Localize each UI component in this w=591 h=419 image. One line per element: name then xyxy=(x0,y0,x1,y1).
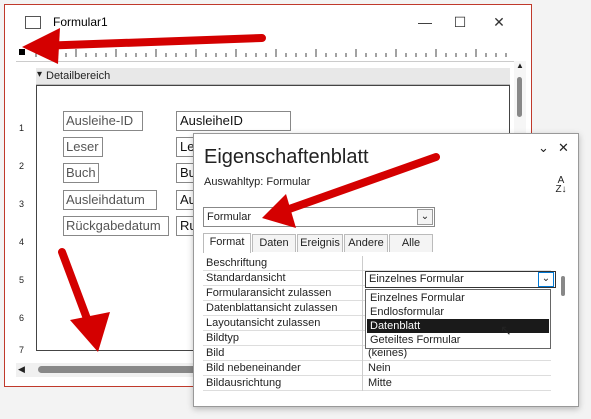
tab-daten[interactable]: Daten xyxy=(252,234,296,252)
form-icon xyxy=(25,16,41,29)
property-scrollbar[interactable] xyxy=(560,274,568,404)
label-ausleihdatum[interactable]: Ausleihdatum xyxy=(63,190,157,210)
object-selector-value: Formular xyxy=(207,211,252,223)
scroll-left-icon[interactable]: ◀ xyxy=(18,364,25,375)
property-sheet-title: Eigenschaftenblatt xyxy=(204,146,369,168)
label-leser[interactable]: Leser xyxy=(63,137,103,157)
dropdown-option[interactable]: Datenblatt xyxy=(367,319,549,333)
property-name: Bild nebeneinander xyxy=(203,361,363,376)
vertical-scroll-thumb[interactable] xyxy=(517,77,522,117)
maximize-button[interactable]: ☐ xyxy=(445,11,475,33)
property-name: Formularansicht zulassen xyxy=(203,286,363,301)
chevron-down-icon[interactable]: ⌄ xyxy=(417,209,433,225)
ruler-number: 3 xyxy=(19,199,25,209)
ruler-number: 5 xyxy=(19,275,25,285)
property-name: Beschriftung xyxy=(203,256,363,271)
chevron-down-icon[interactable]: ⌄ xyxy=(538,272,554,287)
scroll-up-icon[interactable]: ▲ xyxy=(516,61,524,70)
dropdown-option[interactable]: Geteiltes Formular xyxy=(367,333,549,347)
property-scroll-thumb[interactable] xyxy=(561,276,565,296)
property-name: Bildausrichtung xyxy=(203,376,363,391)
close-icon[interactable]: ✕ xyxy=(558,140,569,156)
property-name: Bildtyp xyxy=(203,331,363,346)
property-value[interactable]: Mitte xyxy=(365,376,554,391)
selection-type-label: Auswahltyp: Formular xyxy=(204,176,311,188)
ruler-number: 2 xyxy=(19,161,25,171)
ruler-number: 1 xyxy=(19,123,25,133)
section-label: Detailbereich xyxy=(46,70,111,82)
close-button[interactable]: ✕ xyxy=(484,11,514,33)
mouse-pointer-icon: ↖ xyxy=(500,322,512,338)
property-name: Standardansicht xyxy=(203,271,363,286)
tab-ereignis[interactable]: Ereignis xyxy=(297,234,343,252)
dropdown-option[interactable]: Einzelnes Formular xyxy=(367,291,549,305)
property-name: Layoutansicht zulassen xyxy=(203,316,363,331)
property-value[interactable] xyxy=(365,256,554,271)
label-rueckgabedatum[interactable]: Rückgabedatum xyxy=(63,216,169,236)
property-value[interactable]: Nein xyxy=(365,361,554,376)
dropdown-option[interactable]: Endlosformular xyxy=(367,305,549,319)
standardansicht-dropdown-list: Einzelnes Formular Endlosformular Datenbla… xyxy=(365,289,551,349)
property-name: Datenblattansicht zulassen xyxy=(203,301,363,316)
property-row[interactable]: Bildausrichtung Mitte xyxy=(203,376,551,391)
property-row[interactable]: Standardansicht Einzelnes Formular ⌄ xyxy=(203,271,556,288)
sort-icon[interactable]: A Z↓ xyxy=(552,176,570,198)
section-header[interactable]: ▾ Detailbereich xyxy=(36,68,510,85)
field-ausleihe-id[interactable]: AusleiheID xyxy=(176,111,291,131)
section-arrow-icon: ▾ xyxy=(37,69,43,80)
form-selector[interactable] xyxy=(19,49,25,55)
property-name: Bild xyxy=(203,346,363,361)
collapse-icon[interactable]: ⌄ xyxy=(538,140,549,156)
ruler-number: 4 xyxy=(19,237,25,247)
property-row[interactable]: Bild nebeneinander Nein xyxy=(203,361,551,376)
tab-andere[interactable]: Andere xyxy=(344,234,388,252)
property-sheet: Eigenschaftenblatt ⌄ ✕ Auswahltyp: Formu… xyxy=(193,133,579,407)
tab-format[interactable]: Format xyxy=(203,233,251,253)
ruler-number: 7 xyxy=(19,345,25,355)
horizontal-scroll-thumb[interactable] xyxy=(38,366,198,373)
label-ausleihe-id[interactable]: Ausleihe-ID xyxy=(63,111,143,131)
sort-icon-label: A Z xyxy=(555,175,565,195)
vertical-ruler: 1 2 3 4 5 6 7 xyxy=(16,89,32,359)
form-titlebar: Formular1 — ☐ ✕ xyxy=(5,5,531,38)
ruler-number: 6 xyxy=(19,313,25,323)
tab-alle[interactable]: Alle xyxy=(389,234,433,252)
minimize-button[interactable]: — xyxy=(410,11,440,33)
object-selector[interactable]: Formular ⌄ xyxy=(203,207,435,227)
label-buch[interactable]: Buch xyxy=(63,163,99,183)
form-title: Formular1 xyxy=(53,15,108,29)
property-row[interactable]: Beschriftung xyxy=(203,256,551,271)
horizontal-ruler xyxy=(16,45,521,62)
